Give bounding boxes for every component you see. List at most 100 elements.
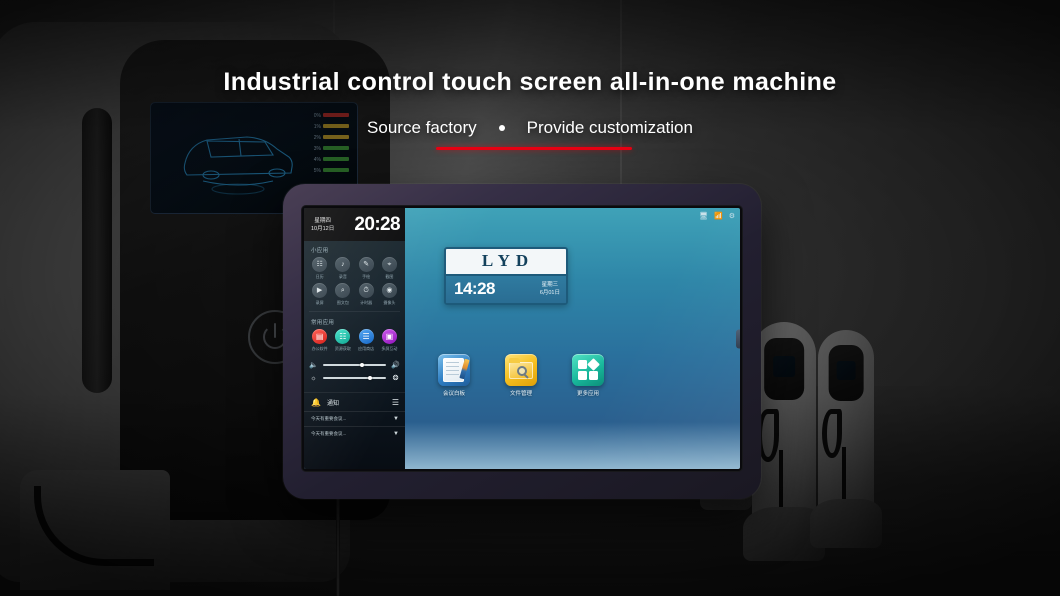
brightness-slider-row[interactable]: ☼ ❂ xyxy=(309,374,400,383)
app-shortcut-more-apps[interactable]: 更多应用 xyxy=(565,354,611,397)
device-screen[interactable]: 星期四 10月12日 20:28 小应用 ☷ 日历 ♪ 录音 ✎ 手绘 ⌖ 截图 ▶ 录屏… xyxy=(304,208,740,469)
file-manager-icon xyxy=(505,354,537,386)
timer-icon: ⏱ xyxy=(358,283,374,298)
bell-icon: 🔔 xyxy=(311,398,321,407)
subtitle-right: Provide customization xyxy=(526,118,693,137)
small-app-label: 录屏 xyxy=(315,300,324,305)
camera-icon: ◉ xyxy=(381,283,397,298)
app-label: 会议白板 xyxy=(442,391,465,397)
common-apps-title: 常用应用 xyxy=(311,320,335,326)
small-app-item[interactable]: ✎ 手绘 xyxy=(355,257,378,279)
small-app-label: 日历 xyxy=(315,274,324,279)
charger-display xyxy=(764,338,804,401)
page-title: Industrial control touch screen all-in-o… xyxy=(223,68,837,96)
charger-display xyxy=(828,345,864,402)
search-icon: ⌕ xyxy=(335,283,351,298)
notification-text: 今天有重要会议... xyxy=(311,416,347,421)
small-app-label: 录音 xyxy=(338,274,347,279)
widget-weekday: 星期三 xyxy=(541,282,559,288)
small-app-item[interactable]: ⏱ 计时器 xyxy=(355,283,378,305)
widget-date-block: 星期三 6月01日 xyxy=(540,281,560,297)
common-app-item[interactable]: ▣ 多屏互动 xyxy=(378,329,401,351)
screen-record-icon: ▶ xyxy=(312,283,328,298)
small-app-label: 计时器 xyxy=(360,300,373,305)
volume-slider[interactable] xyxy=(323,363,386,367)
common-app-item[interactable]: ☷ 资源获取 xyxy=(331,329,354,351)
chevron-down-icon[interactable]: ▼ xyxy=(393,416,399,422)
record-icon: ♪ xyxy=(335,257,351,272)
panel-date-block: 星期四 10月12日 xyxy=(311,217,334,233)
screenshot-icon: ⌖ xyxy=(381,257,397,272)
small-app-item[interactable]: ⌖ 截图 xyxy=(378,257,401,279)
brightness-slider[interactable] xyxy=(323,376,386,380)
small-app-item[interactable]: ⌕ 图文包 xyxy=(331,283,354,305)
quick-settings-sliders: 🔈 🔊 ☼ ❂ xyxy=(304,357,405,392)
volume-low-icon: 🔈 xyxy=(309,362,318,369)
small-app-item[interactable]: ☷ 日历 xyxy=(308,257,331,279)
draw-icon: ✎ xyxy=(358,257,374,272)
common-app-label: 多屏互动 xyxy=(381,346,398,351)
tablet-stand xyxy=(336,497,340,596)
small-app-item[interactable]: ▶ 录屏 xyxy=(308,283,331,305)
bullet-separator-icon xyxy=(498,125,505,131)
hamburger-icon[interactable]: ☰ xyxy=(392,398,399,406)
charger-connector xyxy=(822,408,842,458)
chevron-down-icon[interactable]: ▼ xyxy=(393,431,399,437)
touch-screen-device: 星期四 10月12日 20:28 小应用 ☷ 日历 ♪ 录音 ✎ 手绘 ⌖ 截图 ▶ 录屏… xyxy=(283,184,761,499)
panel-weekday: 星期四 xyxy=(314,217,331,224)
volume-slider-row[interactable]: 🔈 🔊 xyxy=(309,361,400,369)
brightness-high-icon: ❂ xyxy=(392,375,399,382)
wifi-icon[interactable]: 📶 xyxy=(714,212,723,220)
volume-high-icon: 🔊 xyxy=(391,362,400,369)
app-shortcut-file-manager[interactable]: 文件管理 xyxy=(498,354,544,397)
notification-item[interactable]: 今天有重要会议... ▼ xyxy=(304,426,405,441)
whiteboard-icon xyxy=(438,354,470,386)
small-app-item[interactable]: ♪ 录音 xyxy=(331,257,354,279)
subtitle-left: Source factory xyxy=(367,118,477,137)
display-icon[interactable]: 🖥 xyxy=(699,212,708,220)
panel-time: 20:28 xyxy=(354,213,400,235)
panel-divider xyxy=(309,311,400,312)
common-app-label: 资源获取 xyxy=(334,346,351,351)
home-screen: 🖥 📶 ⚙ LYD 14:28 星期三 6月01日 会议白板 文件管理 更多应用 xyxy=(405,208,740,469)
common-app-label: 办公软件 xyxy=(311,346,328,351)
small-app-label: 截图 xyxy=(385,274,394,279)
app-shortcut-whiteboard[interactable]: 会议白板 xyxy=(431,354,477,397)
subtitle-row: Source factory Provide customization xyxy=(0,118,1060,138)
charger-handle xyxy=(82,108,112,393)
notification-text: 今天有重要会议... xyxy=(311,431,347,436)
charging-station xyxy=(743,322,825,561)
common-app-item[interactable]: ☰ 应用商店 xyxy=(355,329,378,351)
small-app-label: 图文包 xyxy=(336,300,349,305)
settings-icon[interactable]: ⚙ xyxy=(729,212,735,220)
small-apps-title: 小应用 xyxy=(311,248,329,254)
brand-label: LYD xyxy=(446,249,566,274)
common-apps-grid: ▤ 办公软件 ☷ 资源获取 ☰ 应用商店 ▣ 多屏互动 xyxy=(304,329,405,357)
small-app-item[interactable]: ◉ 摄像头 xyxy=(378,283,401,305)
charging-station xyxy=(810,330,882,549)
status-bar: 🖥 📶 ⚙ xyxy=(699,212,735,220)
widget-date: 6月01日 xyxy=(539,290,560,296)
small-app-label: 手绘 xyxy=(362,274,371,279)
widget-time-row: 14:28 星期三 6月01日 xyxy=(446,274,566,303)
device-bezel: 星期四 10月12日 20:28 小应用 ☷ 日历 ♪ 录音 ✎ 手绘 ⌖ 截图 ▶ 录屏… xyxy=(301,205,743,472)
side-handle[interactable]: ⋮ xyxy=(736,329,740,348)
common-app-label: 应用商店 xyxy=(358,346,375,351)
notifications-header: 🔔 通知 ☰ xyxy=(304,392,405,411)
store-icon: ☰ xyxy=(358,329,374,344)
more-apps-icon xyxy=(572,354,604,386)
globe-icon: ☷ xyxy=(335,329,351,344)
accent-underline xyxy=(436,147,632,150)
widget-time: 14:28 xyxy=(454,279,495,298)
common-app-item[interactable]: ▤ 办公软件 xyxy=(308,329,331,351)
app-label: 文件管理 xyxy=(509,391,532,397)
office-icon: ▤ xyxy=(312,329,328,344)
parked-car xyxy=(810,499,882,549)
app-dock: 会议白板 文件管理 更多应用 xyxy=(431,354,611,397)
small-apps-grid: ☷ 日历 ♪ 录音 ✎ 手绘 ⌖ 截图 ▶ 录屏 ⌕ 图文包 ⏱ 计时器 ◉ 摄像头 xyxy=(304,257,405,310)
notification-item[interactable]: 今天有重要会议... ▼ xyxy=(304,411,405,426)
notifications-title: 通知 xyxy=(326,401,339,407)
share-screen-icon: ▣ xyxy=(381,329,397,344)
clock-widget[interactable]: LYD 14:28 星期三 6月01日 xyxy=(444,247,568,305)
brightness-low-icon: ☼ xyxy=(310,374,317,382)
